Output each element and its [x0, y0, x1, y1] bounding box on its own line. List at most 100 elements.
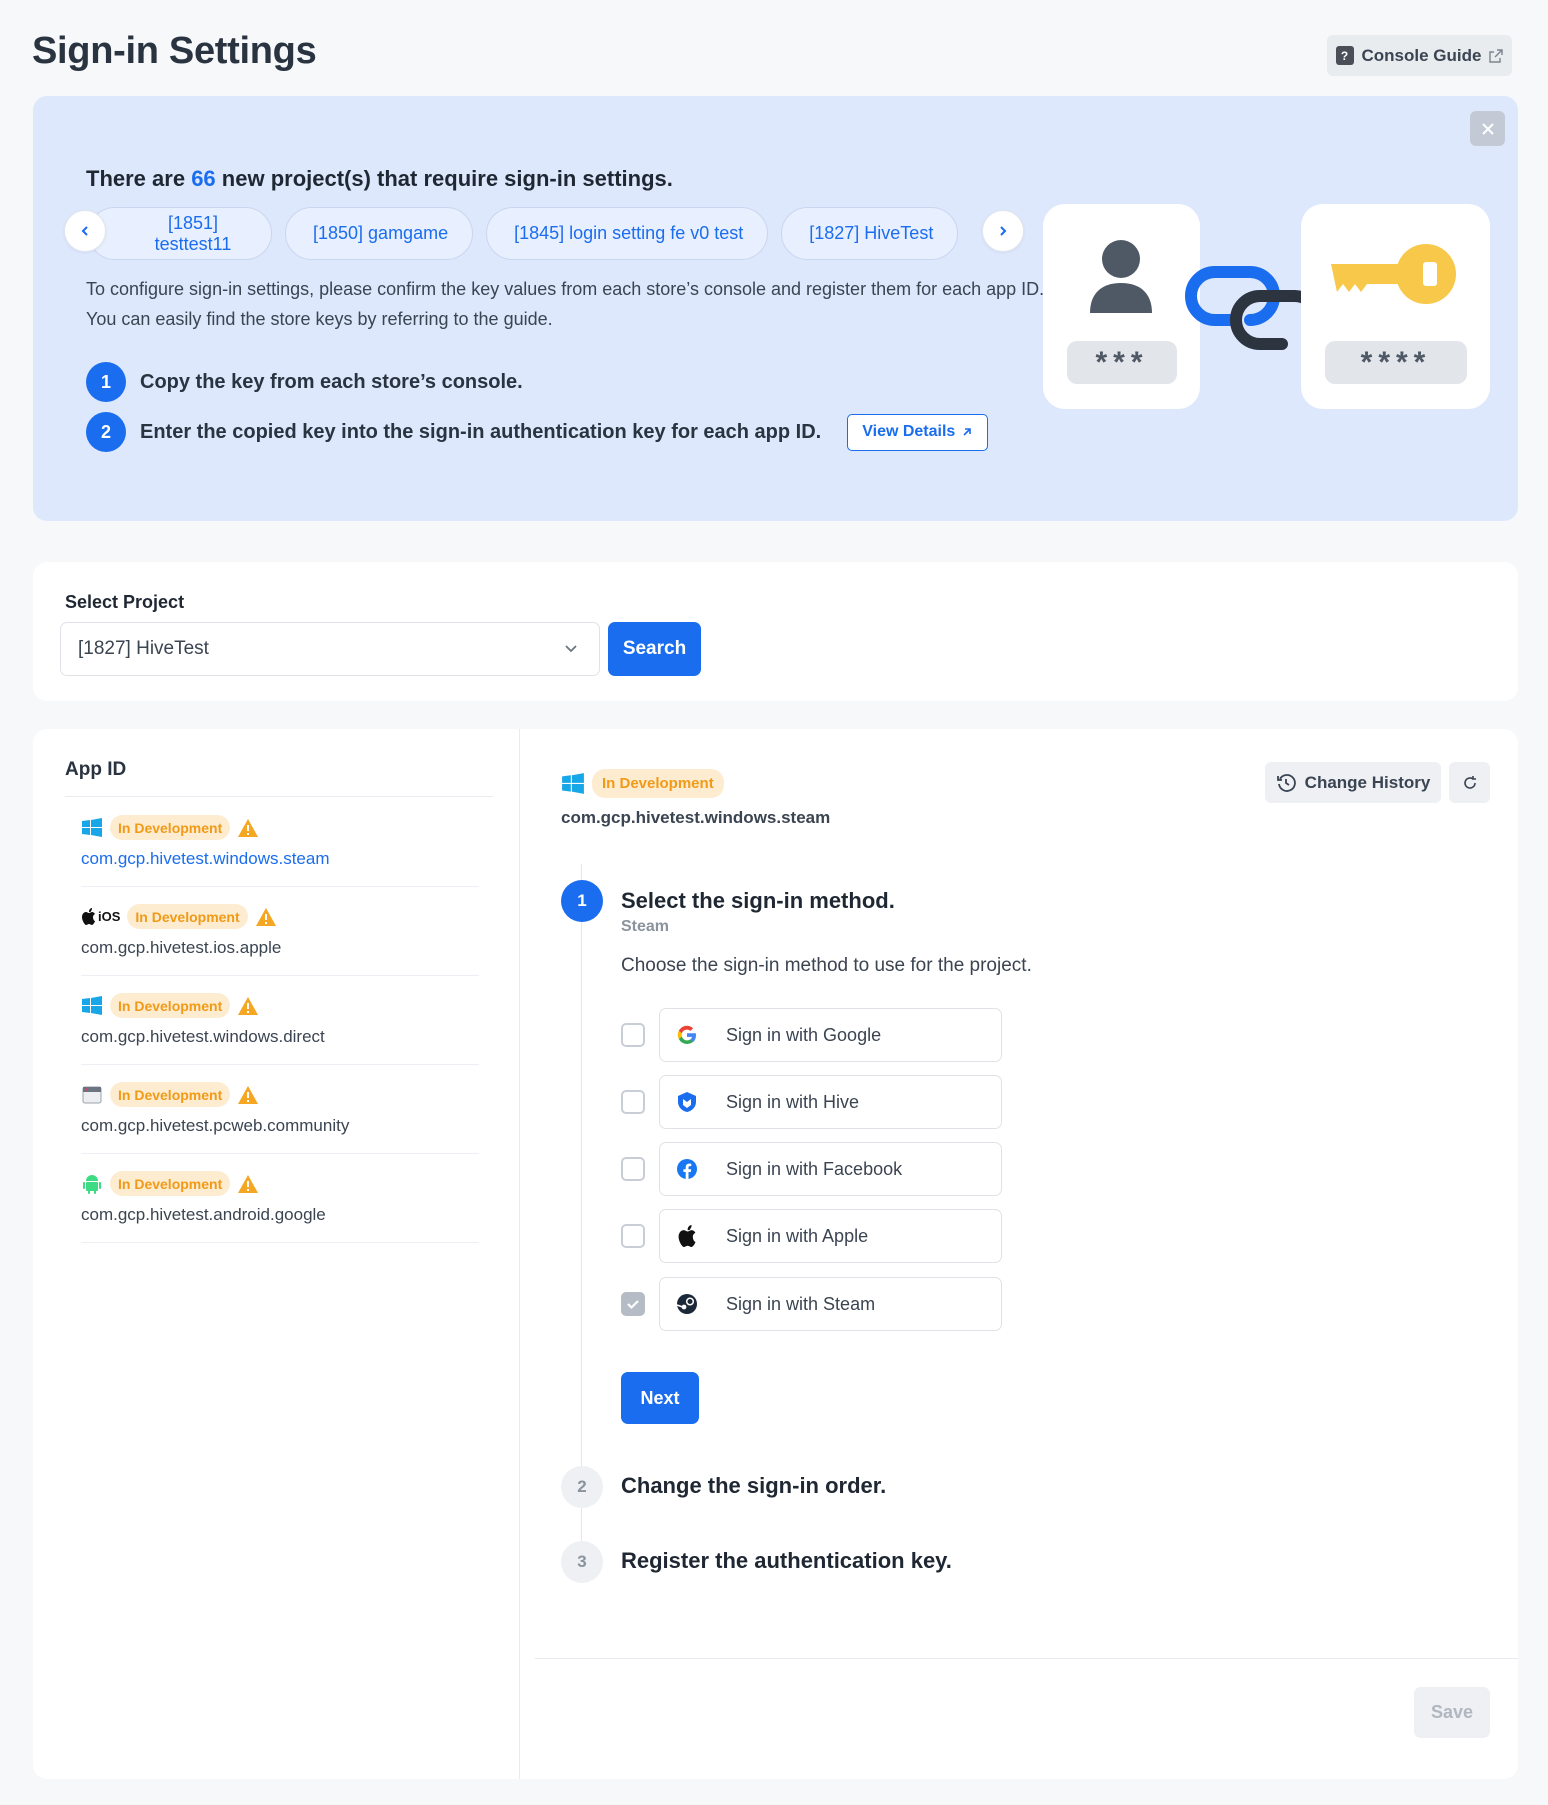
app-id-item[interactable]: iOS In Development com.gcp.hivetest.ios.…: [81, 887, 479, 976]
app-package-name: com.gcp.hivetest.pcweb.community: [81, 1116, 350, 1135]
warning-icon: [238, 1085, 259, 1104]
refresh-button[interactable]: [1449, 762, 1490, 803]
app-id-item[interactable]: In Development com.gcp.hivetest.android.…: [81, 1154, 479, 1243]
headline-suffix: new project(s) that require sign-in sett…: [221, 166, 673, 191]
step-number: 2: [86, 412, 126, 452]
method-facebook[interactable]: Sign in with Facebook: [621, 1142, 1006, 1196]
search-button[interactable]: Search: [608, 622, 701, 676]
key-card: ****: [1301, 204, 1490, 409]
detail-package-name: com.gcp.hivetest.windows.steam: [561, 808, 831, 827]
method-checkbox-checked[interactable]: [621, 1292, 645, 1316]
method-option[interactable]: Sign in with Steam: [659, 1277, 1002, 1331]
external-link-icon: [1489, 48, 1504, 63]
step-number: 1: [86, 362, 126, 402]
next-button[interactable]: Next: [621, 1372, 699, 1424]
app-package-name: com.gcp.hivetest.ios.apple: [81, 938, 282, 957]
refresh-icon: [1463, 775, 1476, 789]
app-item-meta: In Development: [81, 1082, 259, 1107]
method-steam[interactable]: Sign in with Steam: [621, 1277, 1006, 1331]
app-item-meta: In Development: [81, 1171, 259, 1196]
change-history-button[interactable]: Change History: [1265, 762, 1441, 803]
chips-prev-button[interactable]: [64, 210, 106, 252]
step-text: Enter the copied key into the sign-in au…: [140, 420, 822, 443]
method-option[interactable]: Sign in with Hive: [659, 1075, 1002, 1129]
project-chip[interactable]: [1851] testtest11: [88, 207, 272, 260]
method-apple[interactable]: Sign in with Apple: [621, 1209, 1006, 1263]
select-project-label: Select Project: [65, 592, 185, 612]
checkmark-icon: [627, 1300, 639, 1310]
banner-close-button[interactable]: [1470, 111, 1505, 146]
change-history-label: Change History: [1304, 772, 1431, 792]
app-package-name: com.gcp.hivetest.windows.direct: [81, 1027, 325, 1046]
chevron-down-icon: [565, 645, 577, 653]
method-checkbox[interactable]: [621, 1023, 645, 1047]
windows-icon: [562, 772, 584, 794]
app-package-name: com.gcp.hivetest.android.google: [81, 1205, 326, 1224]
app-item-meta: iOS In Development: [81, 904, 277, 929]
method-checkbox[interactable]: [621, 1224, 645, 1248]
method-checkbox[interactable]: [621, 1157, 645, 1181]
project-chip[interactable]: [1845] login setting fe v0 test: [486, 207, 769, 260]
app-id-item[interactable]: In Development com.gcp.hivetest.pcweb.co…: [81, 1065, 479, 1154]
app-id-item[interactable]: In Development com.gcp.hivetest.windows.…: [81, 976, 479, 1065]
chips-next-button[interactable]: [982, 210, 1024, 252]
step-description: Choose the sign-in method to use for the…: [621, 955, 1032, 976]
method-option[interactable]: Sign in with Google: [659, 1008, 1002, 1062]
project-chip-list: [1851] testtest11 [1850] gamgame [1845] …: [88, 207, 959, 260]
project-select[interactable]: [1827] HiveTest: [60, 622, 600, 676]
status-badge: In Development: [110, 1082, 231, 1107]
app-id-heading: App ID: [65, 759, 127, 780]
status-badge: In Development: [110, 1171, 231, 1196]
password-field-left: ***: [1067, 341, 1177, 384]
banner-headline: There are 66 new project(s) that require…: [86, 166, 673, 192]
app-package-name: com.gcp.hivetest.windows.steam: [81, 849, 330, 868]
status-badge: In Development: [110, 815, 231, 840]
app-settings-panel: App ID In Development com.gcp.hivetest.w…: [33, 729, 1518, 1779]
select-project-card: Select Project [1827] HiveTest Search: [33, 562, 1518, 701]
method-label: Sign in with Google: [726, 1024, 882, 1045]
view-details-button[interactable]: View Details: [847, 413, 989, 451]
windows-icon: [82, 995, 102, 1015]
project-count: 66: [191, 166, 216, 191]
method-checkbox[interactable]: [621, 1090, 645, 1114]
step-subtitle: Steam: [621, 918, 670, 935]
save-button[interactable]: Save: [1414, 1687, 1490, 1738]
android-icon: [83, 1174, 101, 1194]
hive-icon: [672, 1087, 702, 1117]
step-title: Register the authentication key.: [621, 1548, 952, 1573]
detail-header: In Development: [561, 769, 724, 798]
console-guide-button[interactable]: ? Console Guide: [1327, 35, 1512, 76]
warning-icon: [238, 818, 259, 837]
banner-description: To configure sign-in settings, please co…: [86, 279, 1045, 329]
step-title: Select the sign-in method.: [621, 888, 895, 913]
arrow-up-right-icon: [963, 428, 972, 436]
method-option[interactable]: Sign in with Facebook: [659, 1142, 1002, 1196]
headline-prefix: There are: [86, 166, 186, 191]
windows-icon: [82, 817, 102, 837]
onboarding-banner: There are 66 new project(s) that require…: [33, 96, 1518, 521]
step-indicator-2: 2: [561, 1466, 603, 1508]
sign-in-illustration: *** ****: [1043, 204, 1493, 414]
google-icon: [672, 1020, 702, 1050]
user-icon: [1090, 240, 1152, 313]
method-google[interactable]: Sign in with Google: [621, 1008, 1006, 1062]
warning-icon: [255, 907, 276, 926]
banner-step-1: 1 Copy the key from each store’s console…: [86, 362, 523, 402]
project-chip[interactable]: [1850] gamgame: [285, 207, 474, 260]
method-hive[interactable]: Sign in with Hive: [621, 1075, 1006, 1129]
apple-icon: [672, 1221, 702, 1251]
footer-divider: [535, 1658, 1518, 1659]
project-chip[interactable]: [1827] HiveTest: [781, 207, 959, 260]
step-indicator-3: 3: [561, 1541, 603, 1583]
password-field-right: ****: [1325, 341, 1467, 384]
status-badge: In Development: [110, 993, 231, 1018]
page-title: Sign-in Settings: [32, 30, 317, 72]
project-select-value: [1827] HiveTest: [78, 638, 209, 659]
method-label: Sign in with Apple: [726, 1225, 869, 1246]
app-id-item[interactable]: In Development com.gcp.hivetest.windows.…: [81, 798, 479, 887]
method-option[interactable]: Sign in with Apple: [659, 1209, 1002, 1263]
chevron-left-icon: [81, 226, 88, 236]
banner-step-2: 2 Enter the copied key into the sign-in …: [86, 412, 989, 452]
facebook-icon: [672, 1154, 702, 1184]
browser-icon: [82, 1086, 102, 1103]
